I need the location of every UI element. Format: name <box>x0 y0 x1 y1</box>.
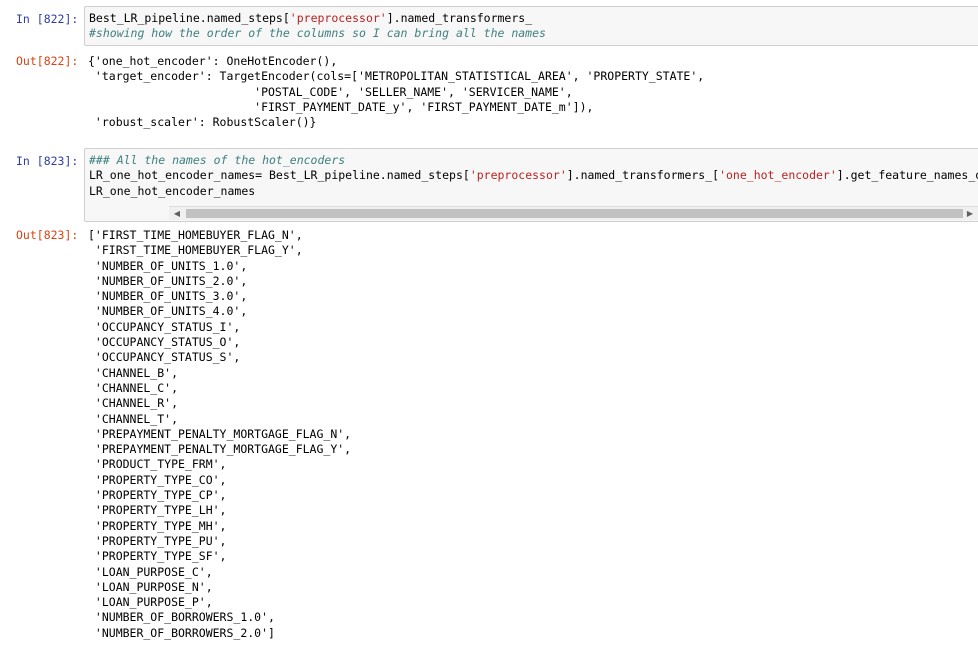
output-list-item: 'OCCUPANCY_STATUS_I', <box>88 319 241 334</box>
output-list-item: 'NUMBER_OF_UNITS_1.0', <box>88 258 248 273</box>
out-prompt-822: Out[822]: <box>16 54 79 68</box>
code-comment-823: ### All the names of the hot_encoders <box>89 153 346 167</box>
output-list-item: 'PREPAYMENT_PENALTY_MORTGAGE_FLAG_N', <box>88 426 352 441</box>
output-list-item: 'LOAN_PURPOSE_C', <box>88 564 213 579</box>
output-list-item: 'CHANNEL_B', <box>88 365 179 380</box>
output-list-item: 'NUMBER_OF_UNITS_2.0', <box>88 273 248 288</box>
output-list-item: 'NUMBER_OF_UNITS_4.0', <box>88 304 248 319</box>
output-list-item: 'CHANNEL_R', <box>88 396 179 411</box>
output-list-item: 'CHANNEL_C', <box>88 380 179 395</box>
code-text-822[interactable]: Best_LR_pipeline.named_steps['preprocess… <box>85 7 978 42</box>
output-text-823: ['FIRST_TIME_HOMEBUYER_FLAG_N', 'FIRST_T… <box>88 228 351 641</box>
output-list-item: 'CHANNEL_T', <box>88 411 179 426</box>
output-list-item: 'NUMBER_OF_UNITS_3.0', <box>88 289 248 304</box>
output-list-item: 'FIRST_TIME_HOMEBUYER_FLAG_Y', <box>88 243 303 258</box>
output-list-item: 'PROPERTY_TYPE_SF', <box>88 549 227 564</box>
horizontal-scrollbar[interactable]: ◀ ▶ <box>169 206 978 220</box>
output-list-item: 'OCCUPANCY_STATUS_O', <box>88 335 241 350</box>
code-input-822[interactable]: Best_LR_pipeline.named_steps['preprocess… <box>84 6 978 46</box>
output-text-822: {'one_hot_encoder': OneHotEncoder(), 'ta… <box>88 54 705 130</box>
in-prompt-822: In [822]: <box>16 12 79 26</box>
code-comment-822: #showing how the order of the columns so… <box>89 26 546 41</box>
output-list-item: 'PROPERTY_TYPE_LH', <box>88 503 227 518</box>
output-list-item: 'NUMBER_OF_BORROWERS_1.0', <box>88 610 275 625</box>
output-list-item: 'PROPERTY_TYPE_MH', <box>88 518 227 533</box>
out-prompt-823: Out[823]: <box>16 228 79 242</box>
output-list-item: 'PROPERTY_TYPE_CP', <box>88 488 227 503</box>
scroll-right-arrow-icon[interactable]: ▶ <box>962 207 978 220</box>
scrollbar-thumb[interactable] <box>186 209 963 218</box>
output-list-item: ['FIRST_TIME_HOMEBUYER_FLAG_N', <box>88 228 303 242</box>
output-list-item: 'PREPAYMENT_PENALTY_MORTGAGE_FLAG_Y', <box>88 442 352 457</box>
output-list-item: 'LOAN_PURPOSE_P', <box>88 595 213 610</box>
output-list-item: 'PROPERTY_TYPE_PU', <box>88 533 227 548</box>
output-list-item: 'PRODUCT_TYPE_FRM', <box>88 457 227 472</box>
output-list-item: 'PROPERTY_TYPE_CO', <box>88 472 227 487</box>
scroll-left-arrow-icon[interactable]: ◀ <box>169 207 185 220</box>
in-prompt-823: In [823]: <box>16 154 79 168</box>
output-list-item: 'NUMBER_OF_BORROWERS_2.0'] <box>88 625 275 640</box>
code-text-823[interactable]: ### All the names of the hot_encoders LR… <box>85 149 978 199</box>
code-input-823[interactable]: ### All the names of the hot_encoders LR… <box>84 148 978 222</box>
output-list-item: 'OCCUPANCY_STATUS_S', <box>88 350 241 365</box>
output-list-item: 'LOAN_PURPOSE_N', <box>88 579 213 594</box>
